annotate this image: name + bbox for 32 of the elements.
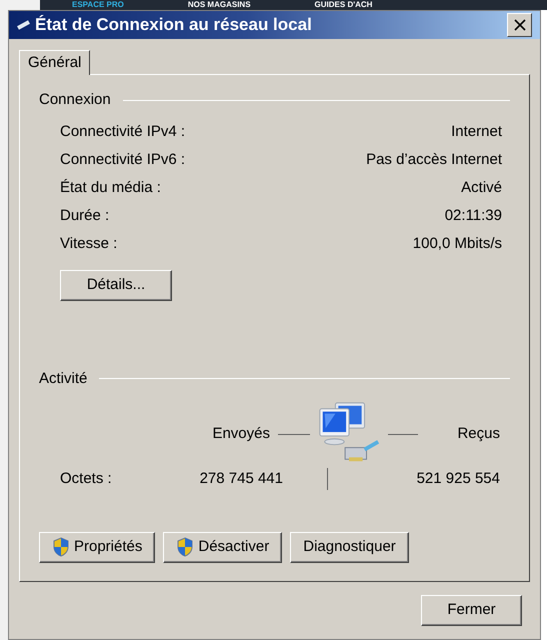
- property-value: 02:11:39: [444, 206, 502, 226]
- action-button[interactable]: Désactiver: [163, 532, 282, 562]
- section-heading: Activité: [39, 368, 88, 388]
- tab[interactable]: Général: [19, 50, 90, 75]
- network-cable-icon: [17, 20, 31, 30]
- section-heading: Connexion: [39, 90, 111, 110]
- property-label: Durée :: [60, 206, 110, 226]
- window-title: État de Connexion au réseau local: [35, 14, 312, 36]
- property-label: Connectivité IPv4 :: [60, 122, 186, 142]
- bytes-sent-value: 278 745 441: [198, 469, 283, 489]
- sent-label: Envoyés: [211, 424, 271, 444]
- bytes-label: Octets :: [60, 469, 113, 489]
- close-dialog-button[interactable]: Fermer: [421, 595, 522, 626]
- background-nav-text: GUIDES D'ACH: [314, 0, 372, 10]
- close-button[interactable]: [507, 13, 532, 37]
- shield-icon: [176, 537, 194, 557]
- property-label: Connectivité IPv6 :: [60, 150, 186, 170]
- action-button[interactable]: Propriétés: [39, 532, 156, 562]
- close-icon: [512, 18, 526, 32]
- details-button[interactable]: Détails...: [60, 270, 172, 300]
- background-nav-text: NOS MAGASINS: [188, 0, 251, 10]
- property-label: État du média :: [60, 178, 161, 198]
- property-value: Internet: [451, 122, 502, 142]
- action-button[interactable]: Diagnostiquer: [290, 532, 409, 562]
- property-label: Vitesse :: [60, 234, 118, 254]
- background-nav-text: ESPACE PRO: [72, 0, 124, 10]
- bytes-received-value: 521 925 554: [416, 469, 500, 489]
- property-value: Pas d’accès Internet: [366, 150, 502, 170]
- property-value: 100,0 Mbits/s: [412, 234, 502, 254]
- received-label: Reçus: [457, 424, 501, 444]
- property-value: Activé: [461, 178, 502, 198]
- shield-icon: [52, 537, 70, 557]
